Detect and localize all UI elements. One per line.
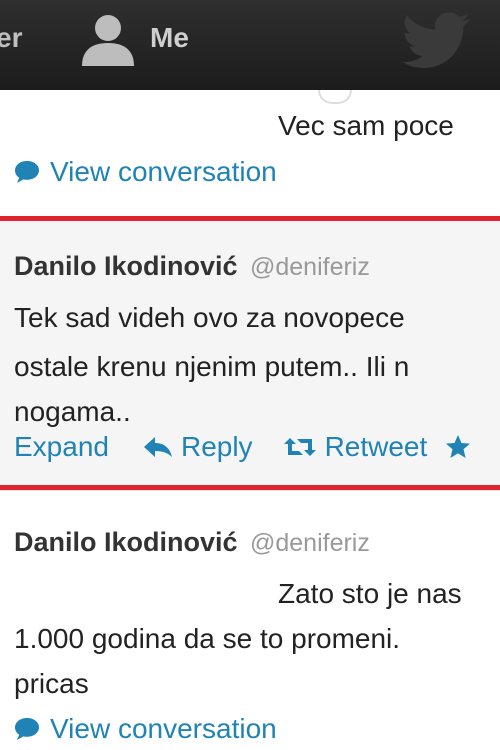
tweet-header: Danilo Ikodinović @deniferiz [14, 251, 370, 282]
tweet-item[interactable]: Danilo Ikodinović @deniferiz Zato sto je… [0, 490, 500, 750]
tweet-text-line: ostale krenu njenim putem.. Ili n [14, 351, 410, 382]
reply-button[interactable]: Reply [143, 431, 253, 463]
twitter-bird-icon[interactable] [402, 12, 472, 70]
view-conversation-label: View conversation [50, 713, 277, 744]
tweet-text-line: Zato sto je nas [278, 578, 462, 609]
tweet-text: Vec sam poce [278, 110, 454, 141]
author-name[interactable]: Danilo Ikodinović [14, 251, 238, 281]
author-name[interactable]: Danilo Ikodinović [14, 527, 238, 557]
tweet-item[interactable]: Vec sam poce View conversation [0, 90, 500, 216]
favorite-star-icon[interactable] [445, 434, 471, 460]
person-icon [82, 15, 134, 66]
view-conversation-link[interactable]: View conversation [14, 713, 277, 745]
retweet-label: Retweet [324, 431, 428, 462]
tweet-item-selected[interactable]: Danilo Ikodinović @deniferiz Tek sad vid… [0, 216, 500, 490]
retweet-icon [283, 438, 316, 456]
top-nav-bar: er Me [0, 0, 500, 91]
tweet-text-line: nogama.. [14, 396, 131, 427]
tweet-actions: Expand Reply Retweet [14, 431, 471, 463]
view-conversation-link[interactable]: View conversation [14, 156, 277, 188]
reply-icon [143, 437, 172, 457]
nav-me-label: Me [150, 22, 189, 53]
reply-label: Reply [180, 431, 253, 462]
tweet-header: Danilo Ikodinović @deniferiz [14, 527, 370, 558]
retweet-button[interactable]: Retweet [283, 431, 428, 463]
author-handle[interactable]: @deniferiz [250, 529, 370, 557]
avatar-partial [318, 90, 352, 104]
expand-link[interactable]: Expand [14, 431, 109, 463]
tweet-text-line: pricas [14, 668, 89, 699]
author-handle[interactable]: @deniferiz [250, 253, 370, 281]
view-conversation-label: View conversation [50, 156, 277, 187]
speech-bubble-icon [15, 718, 39, 740]
speech-bubble-icon [15, 161, 39, 183]
nav-item-partial[interactable]: er [0, 22, 22, 54]
tweet-text-line: 1.000 godina da se to promeni. [14, 623, 401, 654]
tweet-text-line: Tek sad videh ovo za novopece [14, 302, 405, 333]
